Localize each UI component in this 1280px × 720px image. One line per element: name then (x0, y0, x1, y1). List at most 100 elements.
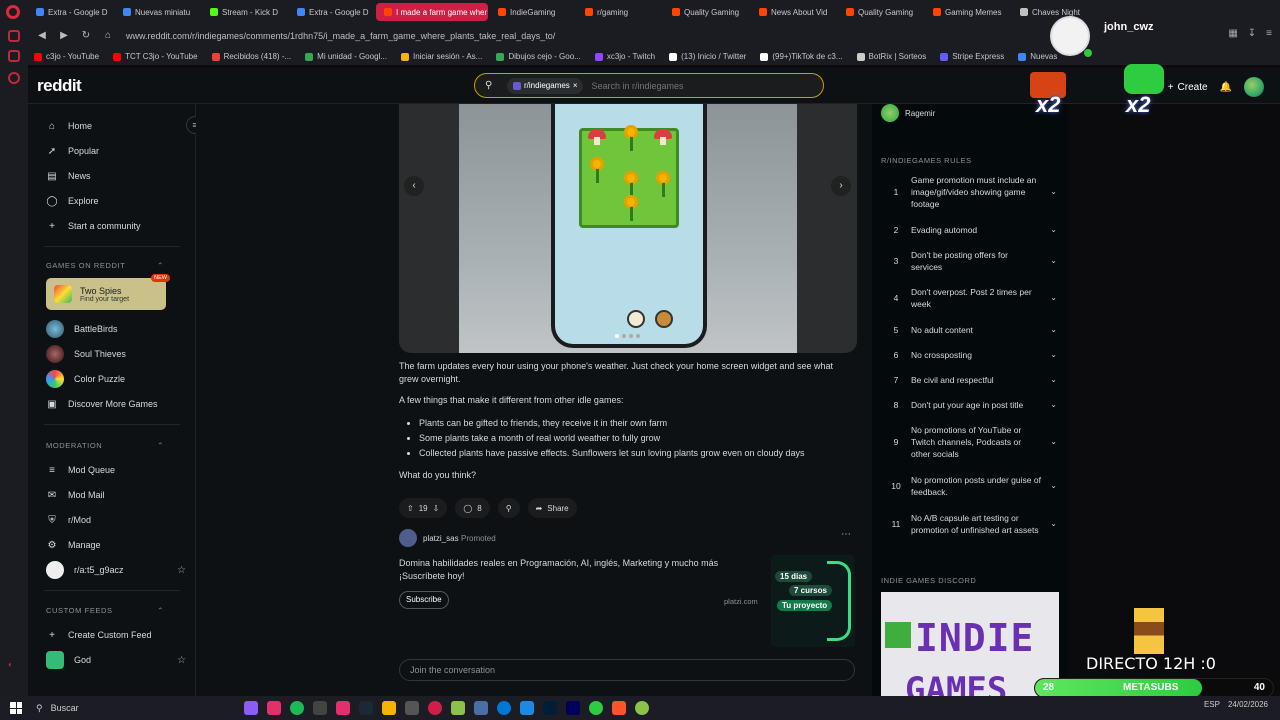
carousel-prev-button[interactable]: ‹ (404, 176, 424, 196)
app-icon[interactable] (313, 701, 327, 715)
rule-item[interactable]: 6 No crossposting ⌄ (881, 349, 1057, 361)
promoted-post[interactable]: platzi_sas Promoted ⋯ Domina habilidades… (399, 529, 855, 651)
bookmark[interactable]: Dibujos cejo - Goo... (496, 52, 581, 61)
create-button[interactable]: + Create (1168, 82, 1208, 93)
game-battlebirds[interactable]: BattleBirds (46, 319, 186, 339)
bookmark[interactable]: xc3jo - Twitch (594, 52, 655, 61)
browser-tab[interactable]: r/gaming (577, 3, 662, 21)
bookmark[interactable]: Stripe Express (940, 52, 1004, 61)
star-icon[interactable]: ☆ (177, 655, 186, 666)
browser-tab[interactable]: Quality Gaming (664, 3, 749, 21)
premiere-icon[interactable] (566, 701, 580, 715)
bookmark[interactable]: Iniciar sesión - As... (400, 52, 482, 61)
copilot-icon[interactable] (244, 701, 258, 715)
notifications-icon[interactable]: 🔔 (1220, 82, 1232, 93)
browser-tab[interactable]: Extra - Google D (28, 3, 113, 21)
carousel-next-button[interactable]: › (831, 176, 851, 196)
custom-feeds-header[interactable]: CUSTOM FEEDS ⌃ (46, 606, 164, 615)
ad-image[interactable]: 15 días 7 cursos Tu proyecto (771, 555, 855, 647)
app-icon[interactable] (635, 701, 649, 715)
media-carousel[interactable]: ‹ › (399, 104, 857, 353)
search-input[interactable] (591, 80, 792, 91)
opera-icon[interactable] (428, 701, 442, 715)
spotify-icon[interactable] (290, 701, 304, 715)
mod-mail[interactable]: ✉ Mod Mail (46, 485, 186, 505)
rule-item[interactable]: 10 No promotion posts under guise of feed… (881, 474, 1057, 498)
rule-item[interactable]: 3 Don't be posting offers for services ⌄ (881, 249, 1057, 273)
extensions-icon[interactable]: ▦ (1228, 28, 1237, 39)
rule-item[interactable]: 5 No adult content ⌄ (881, 324, 1057, 336)
sidebar-pin-icon[interactable] (8, 30, 20, 42)
share-button[interactable]: ➦ Share (527, 498, 577, 518)
join-conversation-input[interactable]: Join the conversation (399, 659, 855, 681)
browser-tab[interactable]: Extra - Google D (289, 3, 374, 21)
moderation-section-header[interactable]: MODERATION ⌃ (46, 441, 164, 450)
rule-item[interactable]: 11 No A/B capsule art testing or promotio… (881, 512, 1057, 536)
forward-icon[interactable]: ▶ (56, 28, 72, 44)
browser-tab[interactable]: I made a farm game wher (376, 3, 488, 21)
browser-tab[interactable]: Stream - Kick D (202, 3, 287, 21)
steam-icon[interactable] (359, 701, 373, 715)
browser-tab[interactable]: Nuevas miniatu (115, 3, 200, 21)
r-mod[interactable]: ⛨ r/Mod (46, 510, 186, 530)
language-indicator[interactable]: ESP (1204, 700, 1220, 709)
nav-news[interactable]: ▤ News (46, 166, 186, 186)
mod-community[interactable]: r/a:t5_g9acz ☆ (46, 560, 186, 580)
advertiser-name[interactable]: platzi_sas (423, 534, 459, 543)
windows-start-icon[interactable] (10, 702, 22, 714)
bookmark[interactable]: Mi unidad - Googl... (305, 52, 387, 61)
rule-item[interactable]: 1 Game promotion must include an image/gi… (881, 174, 1057, 210)
bookmark[interactable]: (99+)TikTok de c3... (760, 52, 843, 61)
discord-banner[interactable]: INDIE GAMES (881, 592, 1059, 696)
custom-feed-god[interactable]: God ☆ (46, 650, 186, 670)
app-icon[interactable] (336, 701, 350, 715)
browser-tab[interactable]: News About Vid (751, 3, 836, 21)
bookmark[interactable]: Recibidos (418) -... (211, 52, 291, 61)
app-icon[interactable] (451, 701, 465, 715)
reddit-logo[interactable]: reddit (37, 76, 82, 96)
rule-item[interactable]: 8 Don't put your age in post title ⌄ (881, 399, 1057, 411)
reload-icon[interactable]: ↻ (78, 28, 94, 44)
rule-item[interactable]: 7 Be civil and respectful ⌄ (881, 374, 1057, 386)
subreddit-chip[interactable]: r/indiegames × (507, 77, 584, 94)
moderator-row[interactable]: Ragemir (881, 104, 935, 122)
user-avatar[interactable] (1244, 77, 1264, 97)
url-field[interactable]: www.reddit.com/r/indiegames/comments/1rd… (126, 31, 555, 41)
manage[interactable]: ⚙ Manage (46, 535, 186, 555)
bookmark[interactable]: (13) Inicio / Twitter (669, 52, 746, 61)
taskbar-search[interactable]: ⚲ Buscar (36, 698, 186, 718)
browser-tab[interactable]: Chaves Night (1012, 3, 1097, 21)
chip-close-icon[interactable]: × (573, 81, 578, 90)
upvote-icon[interactable]: ⇧ (407, 504, 414, 513)
app-icon[interactable] (267, 701, 281, 715)
nav-start-community[interactable]: + Start a community (46, 216, 186, 236)
browser-tab[interactable]: Gaming Memes (925, 3, 1010, 21)
bookmark[interactable]: c3jo - YouTube (34, 52, 99, 61)
app-icon[interactable] (405, 701, 419, 715)
app-icon[interactable] (589, 701, 603, 715)
sidebar-whatsapp-icon[interactable] (8, 72, 20, 84)
nav-home[interactable]: ⌂ Home (46, 116, 186, 136)
browser-tab[interactable]: IndieGaming (490, 3, 575, 21)
nav-explore[interactable]: ◯ Explore (46, 191, 186, 211)
rule-item[interactable]: 9 No promotions of YouTube or Twitch chan… (881, 424, 1057, 460)
home-nav-icon[interactable]: ⌂ (100, 28, 116, 44)
rule-item[interactable]: 4 Don't overpost. Post 2 times per week ⌄ (881, 286, 1057, 310)
nav-popular[interactable]: ➚ Popular (46, 141, 186, 161)
discover-more-games[interactable]: ▣ Discover More Games (46, 394, 186, 414)
brave-icon[interactable] (612, 701, 626, 715)
app-icon[interactable] (520, 701, 534, 715)
create-custom-feed[interactable]: + Create Custom Feed (46, 625, 186, 645)
game-soul-thieves[interactable]: Soul Thieves (46, 344, 186, 364)
sidebar-history-icon[interactable]: ◐ (8, 660, 20, 672)
file-explorer-icon[interactable] (382, 701, 396, 715)
opera-logo-icon[interactable] (6, 5, 20, 19)
photoshop-icon[interactable] (543, 701, 557, 715)
more-options-icon[interactable]: ⋯ (841, 529, 851, 540)
bookmark[interactable]: TCT C3jo - YouTube (113, 52, 198, 61)
mod-queue[interactable]: ≡ Mod Queue (46, 460, 186, 480)
download-icon[interactable]: ↧ (1248, 28, 1256, 39)
bookmark[interactable]: BotRix | Sorteos (856, 52, 926, 61)
edge-icon[interactable] (497, 701, 511, 715)
search-bar[interactable]: ⚲ r/indiegames × (474, 73, 824, 98)
